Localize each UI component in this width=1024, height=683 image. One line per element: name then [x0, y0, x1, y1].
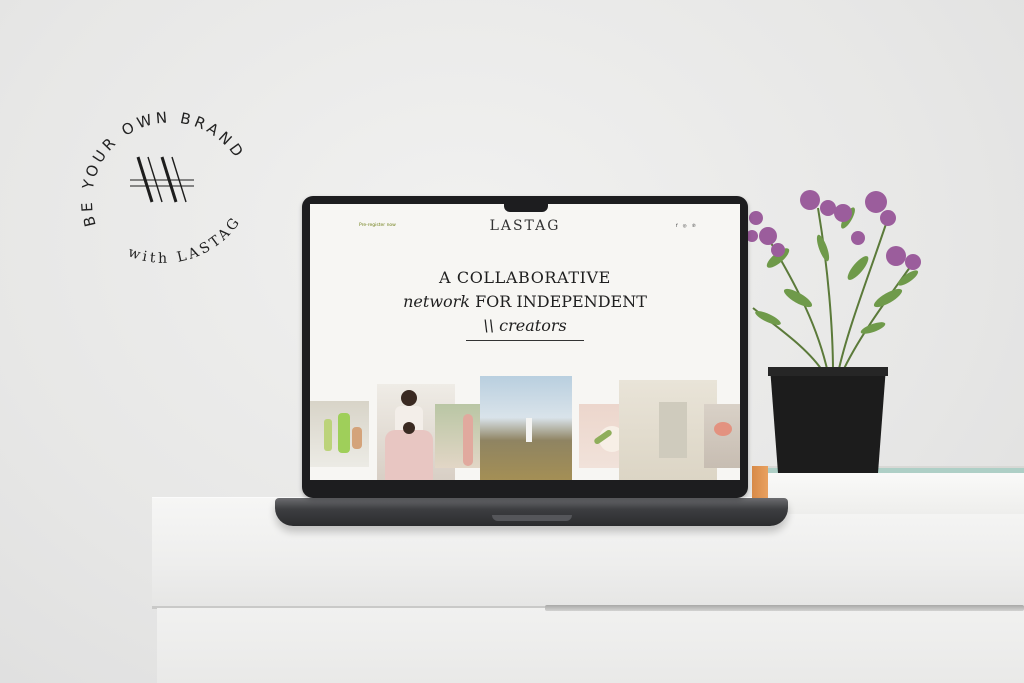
badge-ring-text-top: BE YOUR OWN BRAND — [78, 108, 249, 228]
social-links: f ◎ ℗ — [676, 224, 696, 229]
camera-notch — [504, 200, 548, 212]
laptop-screen: Pre-register now LASTAG f ◎ ℗ A COLLABOR… — [310, 204, 740, 480]
headline-line-3: \\ creators — [483, 316, 567, 335]
headline-line-2: network FOR INDEPENDENT — [310, 290, 740, 314]
book-stack — [752, 466, 1024, 514]
badge-svg: BE YOUR OWN BRAND with LASTAG — [78, 108, 249, 267]
headline-line-2-rest: FOR INDEPENDENT — [469, 292, 647, 311]
hero-headline: A COLLABORATIVE network FOR INDEPENDENT … — [310, 266, 740, 341]
photo-fig-plate — [704, 404, 740, 468]
plant-foliage — [746, 190, 921, 374]
flower-pot — [768, 367, 888, 473]
pinterest-icon[interactable]: ℗ — [692, 224, 697, 229]
photo-landscape — [480, 376, 572, 480]
badge-ring-text-bottom: with LASTAG — [126, 213, 245, 265]
laptop-lid-lip — [492, 515, 572, 521]
headline-network: network — [403, 292, 470, 311]
headline-underline — [466, 340, 584, 341]
facebook-icon[interactable]: f — [676, 224, 678, 229]
laptop-base — [275, 498, 788, 526]
headline-line-1: A COLLABORATIVE — [439, 268, 611, 287]
instagram-icon[interactable]: ◎ — [683, 224, 687, 229]
logo-monogram-icon — [130, 156, 194, 203]
photo-green-bottles — [310, 401, 369, 467]
brand-badge: BE YOUR OWN BRAND with LASTAG — [70, 75, 260, 267]
dresser-drawer — [157, 608, 1024, 683]
drawer-handle — [545, 605, 1024, 611]
photo-sand-texture — [619, 380, 717, 480]
